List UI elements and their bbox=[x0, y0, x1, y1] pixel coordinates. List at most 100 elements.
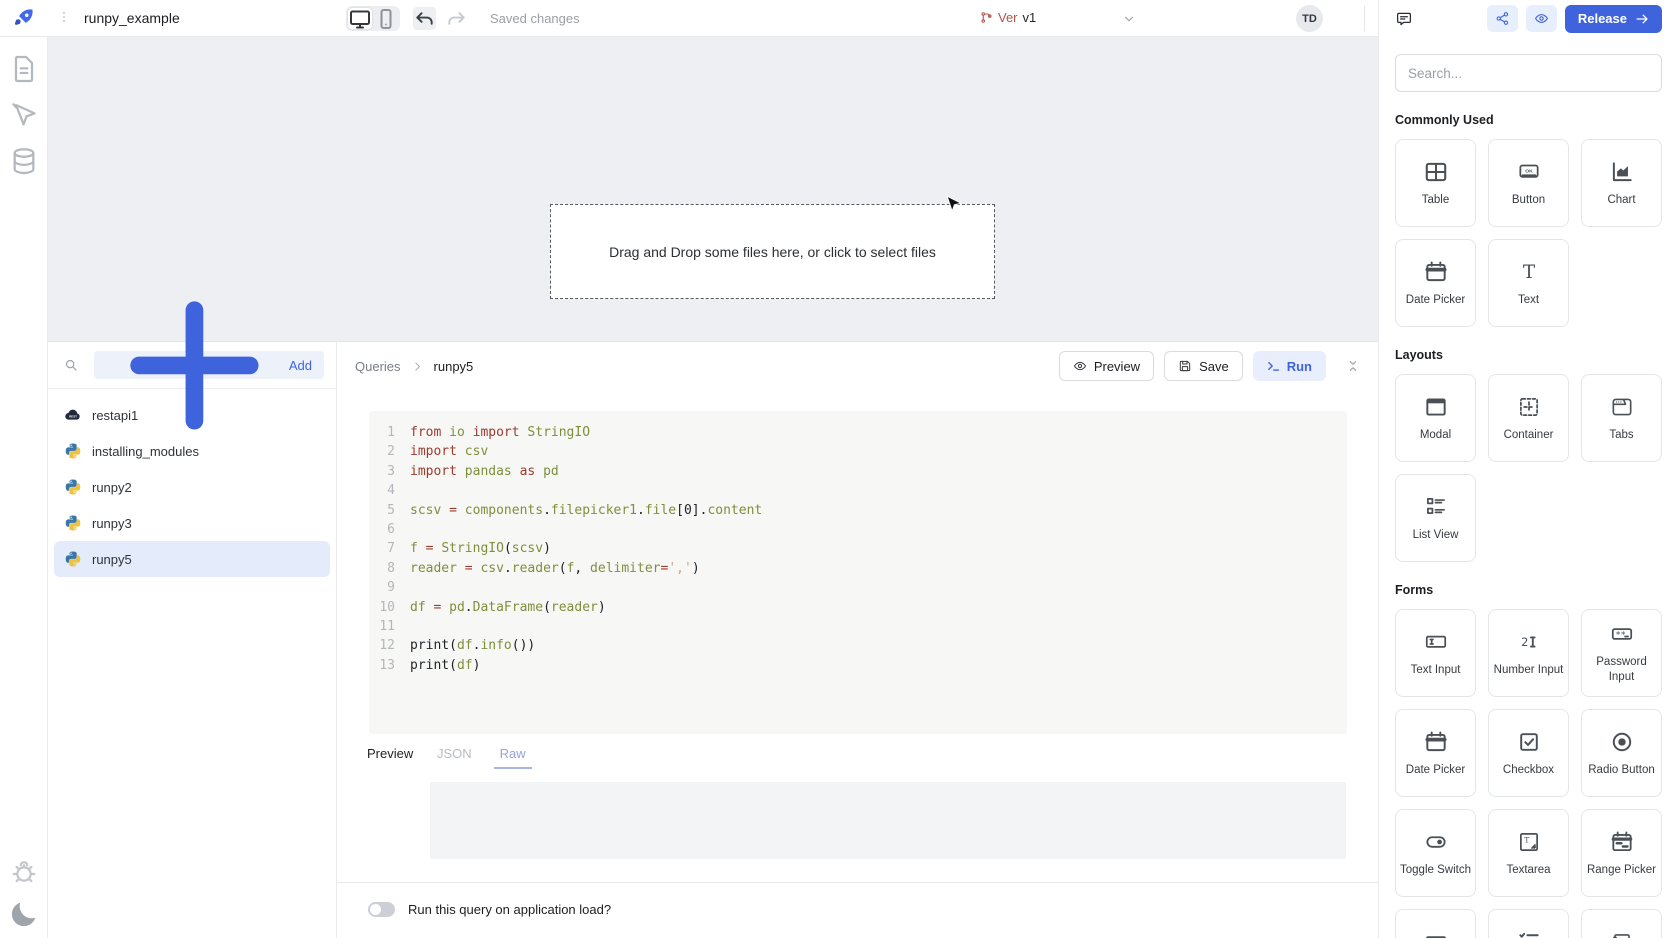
widget-label: List View bbox=[1413, 528, 1459, 543]
breadcrumb: Queries runpy5 bbox=[355, 359, 473, 374]
widget-card-text-editor[interactable]: TText Editor bbox=[1581, 909, 1662, 938]
widget-card-container[interactable]: Container bbox=[1488, 374, 1569, 462]
tabs-icon bbox=[1609, 394, 1635, 420]
release-button[interactable]: Release bbox=[1565, 5, 1662, 33]
code-line-10: 10df = pd.DataFrame(reader) bbox=[369, 598, 1347, 617]
widget-card-checkbox[interactable]: Checkbox bbox=[1488, 709, 1569, 797]
widget-card-button[interactable]: OKButton bbox=[1488, 139, 1569, 227]
code-line-11: 11 bbox=[369, 617, 1347, 636]
query-item-runpy3[interactable]: runpy3 bbox=[54, 505, 330, 541]
raw-output-area bbox=[430, 782, 1346, 859]
preview-button[interactable]: Preview bbox=[1059, 351, 1154, 381]
widget-card-password-input[interactable]: **Password Input bbox=[1581, 609, 1662, 697]
dropdown-icon bbox=[1423, 929, 1449, 938]
widget-label: Toggle Switch bbox=[1400, 863, 1471, 878]
breadcrumb-queries[interactable]: Queries bbox=[355, 359, 401, 374]
preview-tab-json[interactable]: JSON bbox=[437, 746, 472, 761]
mobile-layout-button[interactable] bbox=[374, 8, 398, 29]
widget-search-input[interactable] bbox=[1395, 54, 1662, 92]
widget-card-dropdown[interactable]: Dropdown bbox=[1395, 909, 1476, 938]
widget-sidebar: Release Commonly Used Table OKButton Chart D… bbox=[1378, 0, 1678, 938]
breadcrumb-current-query: runpy5 bbox=[434, 359, 474, 374]
widget-card-date-picker[interactable]: Date Picker bbox=[1395, 239, 1476, 327]
version-selector[interactable]: Ver v1 bbox=[980, 10, 1036, 25]
widget-label: Table bbox=[1422, 193, 1450, 208]
version-label: Ver bbox=[998, 10, 1018, 25]
preview-tabs: JSON Raw bbox=[437, 746, 526, 761]
query-name: runpy3 bbox=[92, 516, 132, 531]
dark-mode-moon-icon[interactable] bbox=[8, 898, 40, 930]
filepicker-widget[interactable]: Drag and Drop some files here, or click … bbox=[550, 204, 995, 299]
run-on-load-row: Run this query on application load? bbox=[368, 902, 611, 917]
widget-card-text-input[interactable]: Text Input bbox=[1395, 609, 1476, 697]
code-line-6: 6 bbox=[369, 520, 1347, 539]
code-line-9: 9 bbox=[369, 578, 1347, 597]
inspector-cursor-icon[interactable] bbox=[8, 99, 40, 131]
preview-section-label: Preview bbox=[367, 746, 413, 761]
run-button[interactable]: Run bbox=[1253, 351, 1326, 381]
query-name: runpy5 bbox=[92, 552, 132, 567]
run-on-load-toggle[interactable] bbox=[368, 902, 395, 917]
share-icon bbox=[1495, 11, 1510, 26]
code-line-1: 1from io import StringIO bbox=[369, 423, 1347, 442]
avatar[interactable]: TD bbox=[1296, 5, 1323, 32]
pages-icon[interactable] bbox=[8, 53, 40, 85]
widget-card-number-input[interactable]: 2Number Input bbox=[1488, 609, 1569, 697]
app-logo-rocket-icon[interactable] bbox=[13, 7, 35, 29]
multiselect-icon bbox=[1516, 929, 1542, 938]
widget-card-multiselect[interactable]: Multiselect bbox=[1488, 909, 1569, 938]
container-icon bbox=[1516, 394, 1542, 420]
widget-card-date-picker[interactable]: Date Picker bbox=[1395, 709, 1476, 797]
query-list-panel: Add RESTrestapi1installing_modulesrunpy2… bbox=[48, 342, 337, 938]
save-button[interactable]: Save bbox=[1164, 351, 1243, 381]
app-root: runpy_example Saved changes Ver v1 TD Dr… bbox=[0, 0, 1678, 938]
widget-label: Number Input bbox=[1494, 663, 1564, 678]
collapse-panel-button[interactable] bbox=[1342, 355, 1364, 377]
svg-text:T: T bbox=[1522, 261, 1535, 282]
section-heading-commonly-used: Commonly Used bbox=[1395, 113, 1662, 127]
comments-icon[interactable] bbox=[1395, 10, 1413, 28]
widget-card-text[interactable]: T Text bbox=[1488, 239, 1569, 327]
chevron-down-icon[interactable] bbox=[1122, 12, 1136, 26]
desktop-layout-button[interactable] bbox=[348, 8, 372, 29]
widget-card-tabs[interactable]: Tabs bbox=[1581, 374, 1662, 462]
widget-label: Text bbox=[1518, 293, 1539, 308]
widget-card-table[interactable]: Table bbox=[1395, 139, 1476, 227]
code-line-2: 2import csv bbox=[369, 442, 1347, 461]
overflow-menu-icon[interactable] bbox=[57, 10, 71, 26]
text-icon: T bbox=[1516, 259, 1542, 285]
code-line-4: 4 bbox=[369, 481, 1347, 500]
query-item-runpy5[interactable]: runpy5 bbox=[54, 541, 330, 577]
terminal-icon bbox=[1267, 360, 1280, 373]
debugger-bug-icon[interactable] bbox=[8, 856, 40, 888]
query-name: installing_modules bbox=[92, 444, 199, 459]
share-button[interactable] bbox=[1487, 5, 1518, 32]
add-query-button[interactable]: Add bbox=[94, 351, 324, 379]
toggleswitch-icon bbox=[1423, 829, 1449, 855]
undo-button[interactable] bbox=[413, 7, 436, 30]
widget-card-chart[interactable]: Chart bbox=[1581, 139, 1662, 227]
widget-card-range-picker[interactable]: Range Picker bbox=[1581, 809, 1662, 897]
preview-app-button[interactable] bbox=[1526, 5, 1557, 32]
widget-label: Chart bbox=[1607, 193, 1635, 208]
datasources-icon[interactable] bbox=[8, 145, 40, 177]
eye-icon bbox=[1534, 11, 1549, 26]
preview-tab-raw[interactable]: Raw bbox=[500, 746, 526, 761]
svg-text:REST: REST bbox=[69, 414, 77, 418]
code-editor[interactable]: 1from io import StringIO2import csv3impo… bbox=[369, 411, 1347, 734]
svg-text:T: T bbox=[1524, 835, 1529, 844]
widget-label: Range Picker bbox=[1587, 863, 1656, 878]
rest-api-icon: REST bbox=[64, 406, 82, 424]
widget-card-modal[interactable]: Modal bbox=[1395, 374, 1476, 462]
widget-card-textarea[interactable]: TTextarea bbox=[1488, 809, 1569, 897]
widget-label: Tabs bbox=[1609, 428, 1633, 443]
widget-card-radio-button[interactable]: Radio Button bbox=[1581, 709, 1662, 797]
widget-card-toggle-switch[interactable]: Toggle Switch bbox=[1395, 809, 1476, 897]
code-line-13: 13print(df) bbox=[369, 656, 1347, 675]
header-divider bbox=[1364, 6, 1365, 31]
widget-card-list-view[interactable]: List View bbox=[1395, 474, 1476, 562]
code-line-12: 12print(df.info()) bbox=[369, 636, 1347, 655]
section-heading-layouts: Layouts bbox=[1395, 348, 1662, 362]
query-item-runpy2[interactable]: runpy2 bbox=[54, 469, 330, 505]
redo-button[interactable] bbox=[445, 7, 468, 30]
